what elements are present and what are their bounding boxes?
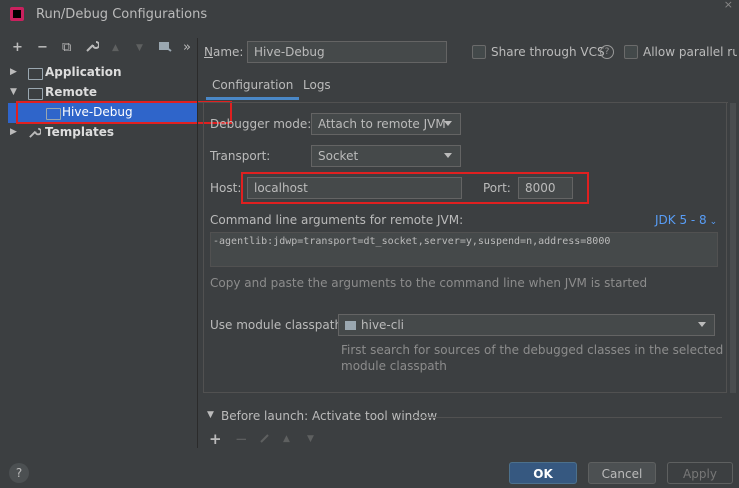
remove-task-icon[interactable]: − <box>235 430 248 448</box>
allow-parallel-label: Allow parallel run <box>643 45 737 59</box>
tree-label-application: Application <box>45 65 122 79</box>
jdk-version-link[interactable]: JDK 5 - 8 ⌄ <box>655 213 717 227</box>
chevron-down-icon <box>444 121 452 126</box>
help-button[interactable]: ? <box>9 463 29 483</box>
tree-label-templates: Templates <box>45 125 115 139</box>
host-label: Host: <box>210 181 242 195</box>
cmd-args-label: Command line arguments for remote JVM: <box>210 213 464 227</box>
name-field[interactable]: Hive-Debug <box>247 41 447 63</box>
transport-label: Transport: <box>210 149 271 163</box>
debugger-mode-label: Debugger mode: <box>210 117 312 131</box>
scrollbar[interactable] <box>730 103 736 393</box>
module-hint-line-1: First search for sources of the debugged… <box>341 343 724 357</box>
wrench-icon <box>28 126 42 142</box>
module-hint-line-2: module classpath <box>341 359 447 373</box>
tree-item-remote[interactable]: ▼ Remote <box>0 83 197 103</box>
before-launch-label[interactable]: Before launch: Activate tool window <box>221 409 437 423</box>
close-icon[interactable]: × <box>724 0 733 11</box>
port-label: Port: <box>483 181 511 195</box>
allow-parallel-checkbox[interactable] <box>624 45 638 59</box>
tab-logs[interactable]: Logs <box>303 78 331 92</box>
chevron-right-icon: ▶ <box>10 127 17 137</box>
module-classpath-select[interactable]: hive-cli <box>338 314 715 336</box>
copy-configuration-icon[interactable]: ⧉ <box>62 40 71 55</box>
before-launch-divider <box>412 417 722 418</box>
add-configuration-icon[interactable]: + <box>12 40 23 55</box>
chevron-down-icon <box>698 322 706 327</box>
remote-icon <box>28 88 43 100</box>
more-actions-icon[interactable]: » <box>183 40 191 55</box>
name-label: Name: <box>204 45 244 59</box>
ok-button[interactable]: OK <box>509 462 577 484</box>
move-up-icon[interactable]: ▲ <box>112 43 119 53</box>
move-down-icon[interactable]: ▼ <box>307 434 314 444</box>
cmd-args-hint: Copy and paste the arguments to the comm… <box>210 276 648 290</box>
module-folder-icon <box>345 321 356 330</box>
chevron-down-icon[interactable]: ▼ <box>207 410 214 420</box>
panel-divider <box>197 38 198 448</box>
remove-configuration-icon[interactable]: − <box>37 40 48 55</box>
application-icon <box>28 68 43 80</box>
host-field[interactable]: localhost <box>247 177 462 199</box>
intellij-app-icon <box>10 7 24 21</box>
chevron-down-icon <box>444 153 452 158</box>
port-field[interactable]: 8000 <box>518 177 573 199</box>
tree-label-remote: Remote <box>45 85 98 99</box>
wrench-icon[interactable] <box>85 39 100 56</box>
transport-value: Socket <box>318 149 359 163</box>
tree-item-application[interactable]: ▶ Application <box>0 63 197 83</box>
share-vcs-label: Share through VCS <box>491 45 605 59</box>
module-classpath-label: Use module classpath: <box>210 318 347 332</box>
chevron-down-icon: ▼ <box>10 87 17 97</box>
share-vcs-checkbox[interactable] <box>472 45 486 59</box>
add-task-icon[interactable]: + <box>209 430 222 448</box>
highlight-box-tree <box>16 101 232 124</box>
edit-task-icon[interactable] <box>259 432 271 447</box>
debugger-mode-value: Attach to remote JVM <box>318 117 446 131</box>
module-classpath-value: hive-cli <box>361 318 405 332</box>
transport-select[interactable]: Socket <box>311 145 461 167</box>
chevron-right-icon: ▶ <box>10 67 17 77</box>
apply-button[interactable]: Apply <box>667 462 733 484</box>
help-icon[interactable]: ? <box>600 45 614 59</box>
chevron-down-icon: ⌄ <box>706 217 718 227</box>
cmd-args-field[interactable]: -agentlib:jdwp=transport=dt_socket,serve… <box>210 232 718 267</box>
tree-item-templates[interactable]: ▶ Templates <box>0 123 197 143</box>
debugger-mode-select[interactable]: Attach to remote JVM <box>311 113 461 135</box>
move-up-icon[interactable]: ▲ <box>283 434 290 444</box>
tab-configuration[interactable]: Configuration <box>206 78 300 100</box>
move-down-icon[interactable]: ▼ <box>136 43 143 53</box>
cancel-button[interactable]: Cancel <box>588 462 656 484</box>
folder-sort-icon[interactable] <box>158 40 172 57</box>
window-title: Run/Debug Configurations <box>36 7 208 22</box>
